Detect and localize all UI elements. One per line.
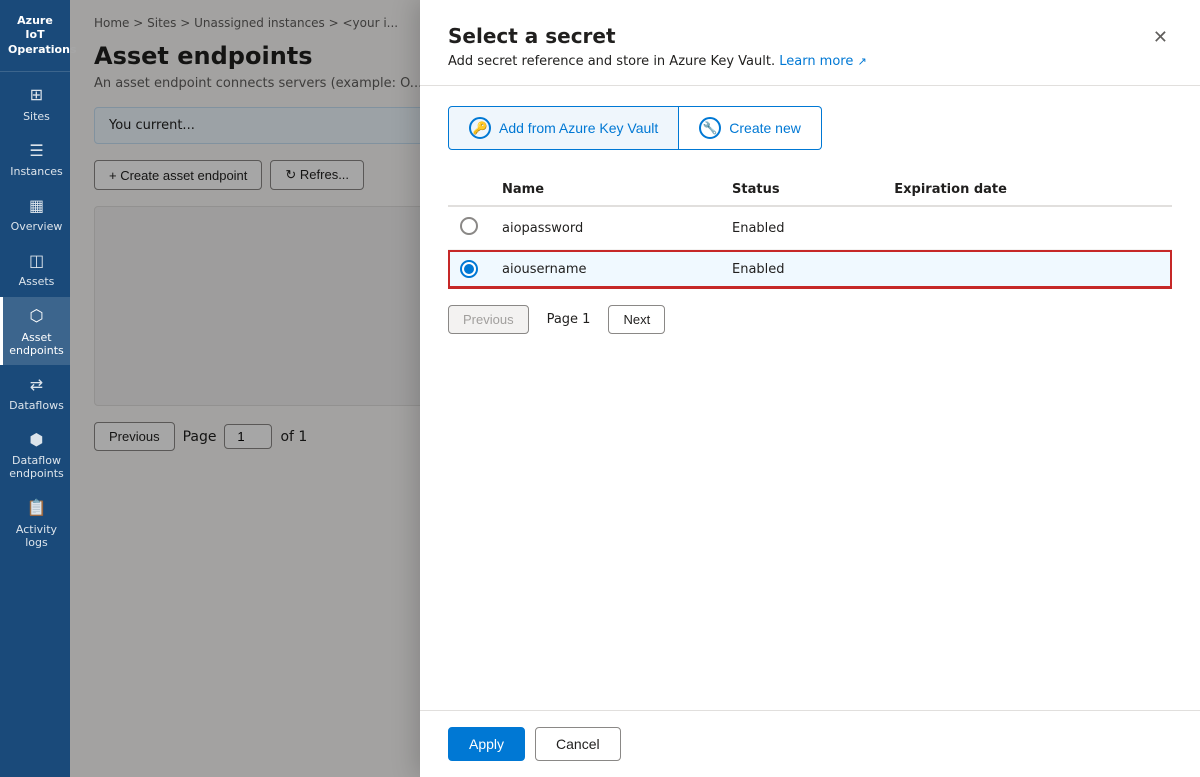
sidebar-label-sites: Sites	[23, 110, 50, 123]
row1-expiration	[882, 206, 1172, 250]
dataflows-icon: ⇄	[26, 373, 48, 395]
sidebar-label-activity-logs: Activity logs	[7, 523, 66, 549]
asset-endpoints-icon: ⬡	[26, 305, 48, 327]
secret-action-buttons: 🔑 Add from Azure Key Vault 🔧 Create new	[448, 106, 1172, 150]
row1-status: Enabled	[720, 206, 882, 250]
row2-radio[interactable]	[460, 260, 478, 278]
sidebar-item-sites[interactable]: ⊞ Sites	[0, 76, 70, 131]
sidebar-item-activity-logs[interactable]: 📋 Activity logs	[0, 489, 70, 557]
modal-close-button[interactable]: ✕	[1149, 24, 1172, 50]
modal-footer: Apply Cancel	[420, 710, 1200, 777]
col-expiration-header: Expiration date	[882, 174, 1172, 206]
row2-radio-cell[interactable]	[448, 250, 490, 289]
sidebar-item-dataflows[interactable]: ⇄ Dataflows	[0, 365, 70, 420]
row2-name: aiousername	[490, 250, 720, 289]
row2-expiration	[882, 250, 1172, 289]
sidebar-item-overview[interactable]: ▦ Overview	[0, 186, 70, 241]
app-title: Azure IoT Operations	[0, 0, 70, 72]
activity-logs-icon: 📋	[26, 497, 48, 519]
modal-header: Select a secret Add secret reference and…	[420, 0, 1200, 86]
sidebar-label-instances: Instances	[10, 165, 63, 178]
overview-icon: ▦	[26, 194, 48, 216]
modal-subtitle-text: Add secret reference and store in Azure …	[448, 54, 775, 69]
modal-overlay: Select a secret Add secret reference and…	[70, 0, 1200, 777]
sidebar: Azure IoT Operations ⊞ Sites ☰ Instances…	[0, 0, 70, 777]
modal-title: Select a secret	[448, 24, 867, 48]
create-new-label: Create new	[729, 120, 801, 136]
sidebar-label-overview: Overview	[11, 220, 63, 233]
sidebar-label-asset-endpoints: Asset endpoints	[7, 331, 66, 357]
col-status-header: Status	[720, 174, 882, 206]
vault-icon: 🔑	[469, 117, 491, 139]
col-name-header: Name	[490, 174, 720, 206]
col-radio	[448, 174, 490, 206]
add-from-vault-label: Add from Azure Key Vault	[499, 120, 658, 136]
select-secret-modal: Select a secret Add secret reference and…	[420, 0, 1200, 777]
row1-name: aiopassword	[490, 206, 720, 250]
table-header-row: Name Status Expiration date	[448, 174, 1172, 206]
table-row[interactable]: aiousername Enabled	[448, 250, 1172, 289]
sidebar-item-assets[interactable]: ◫ Assets	[0, 241, 70, 296]
row1-radio-cell[interactable]	[448, 206, 490, 250]
create-new-button[interactable]: 🔧 Create new	[679, 106, 822, 150]
main-content: Home > Sites > Unassigned instances > <y…	[70, 0, 1200, 777]
sidebar-label-dataflows: Dataflows	[9, 399, 64, 412]
assets-icon: ◫	[26, 249, 48, 271]
sidebar-label-dataflow-endpoints: Dataflow endpoints	[7, 454, 66, 480]
modal-pagination: Previous Page 1 Next	[448, 305, 1172, 334]
sidebar-item-instances[interactable]: ☰ Instances	[0, 131, 70, 186]
external-link-icon: ↗	[858, 55, 867, 68]
row1-radio[interactable]	[460, 217, 478, 235]
add-from-vault-button[interactable]: 🔑 Add from Azure Key Vault	[448, 106, 679, 150]
secrets-table: Name Status Expiration date aiopassword	[448, 174, 1172, 289]
instances-icon: ☰	[26, 139, 48, 161]
cancel-button[interactable]: Cancel	[535, 727, 621, 761]
sidebar-item-dataflow-endpoints[interactable]: ⬢ Dataflow endpoints	[0, 420, 70, 488]
modal-previous-button[interactable]: Previous	[448, 305, 529, 334]
table-row[interactable]: aiopassword Enabled	[448, 206, 1172, 250]
sidebar-item-asset-endpoints[interactable]: ⬡ Asset endpoints	[0, 297, 70, 365]
dataflow-endpoints-icon: ⬢	[26, 428, 48, 450]
learn-more-link[interactable]: Learn more	[779, 54, 853, 69]
apply-button[interactable]: Apply	[448, 727, 525, 761]
modal-subtitle: Add secret reference and store in Azure …	[448, 54, 867, 69]
sites-icon: ⊞	[26, 84, 48, 106]
modal-next-button[interactable]: Next	[608, 305, 665, 334]
modal-body: 🔑 Add from Azure Key Vault 🔧 Create new …	[420, 86, 1200, 710]
sidebar-label-assets: Assets	[19, 275, 55, 288]
modal-header-content: Select a secret Add secret reference and…	[448, 24, 867, 69]
row2-status: Enabled	[720, 250, 882, 289]
modal-page-label: Page 1	[533, 306, 605, 333]
create-new-icon: 🔧	[699, 117, 721, 139]
